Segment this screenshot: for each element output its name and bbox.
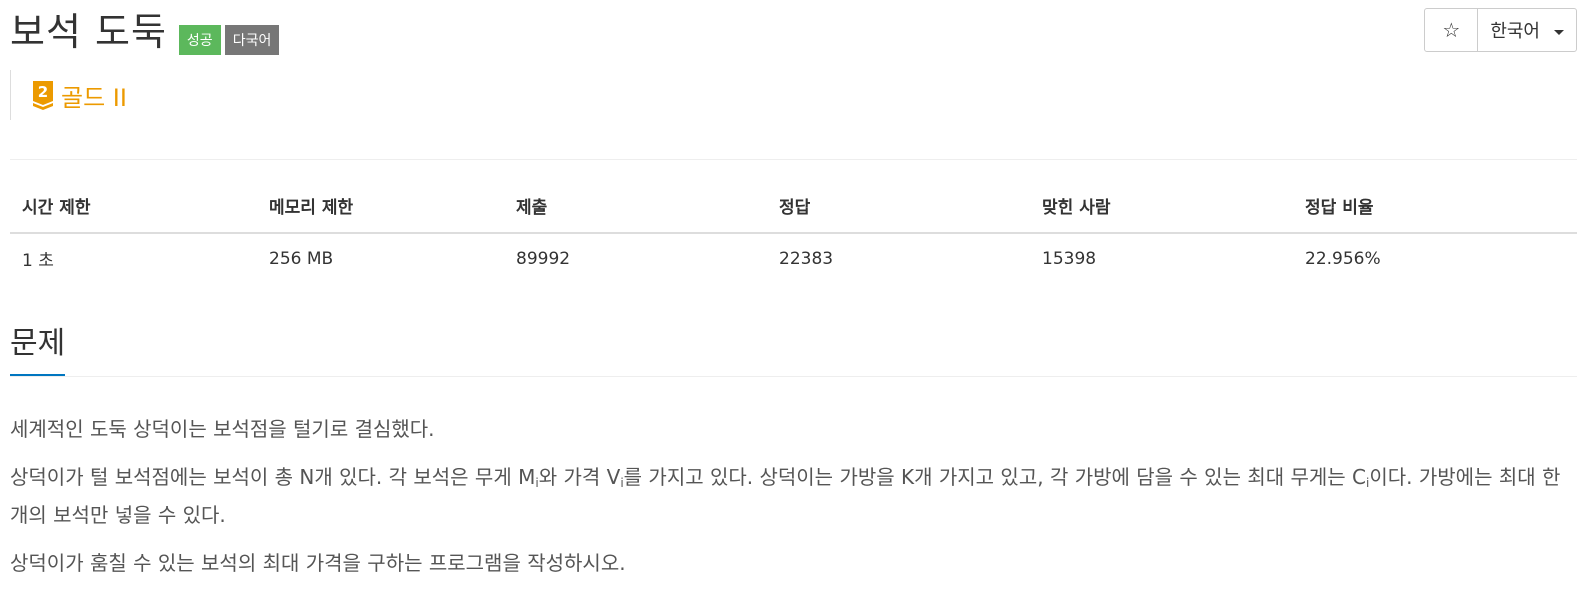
stats-memory-limit: 256 MB	[269, 248, 334, 269]
problem-section-header: 문제	[10, 322, 1577, 377]
stats-submissions: 89992	[516, 248, 571, 269]
stats-value-row: 1 초 256 MB 89992 22383 15398 22.956%	[10, 233, 1577, 283]
tier-level-number: 2	[38, 83, 48, 101]
description-text: 상덕이가 털 보석점에는 보석이 총 N개 있다. 각 보석은 무게 M	[10, 465, 536, 489]
tier-badge-icon: 2	[33, 81, 53, 110]
status-badge: 성공	[178, 25, 221, 55]
problem-header: 보석 도둑 성공 다국어	[10, 8, 280, 56]
problem-stats-table: 시간 제한 메모리 제한 제출 정답 맞힌 사람 정답 비율 1 초 256 M…	[10, 188, 1577, 283]
language-label: 한국어	[1490, 21, 1540, 42]
divider	[10, 159, 1577, 160]
problem-description: 세계적인 도둑 상덕이는 보석점을 털기로 결심했다. 상덕이가 털 보석점에는…	[10, 410, 1577, 592]
stats-header-solved-users: 맞힌 사람	[1030, 188, 1293, 234]
description-paragraph: 상덕이가 훔칠 수 있는 보석의 최대 가격을 구하는 프로그램을 작성하시오.	[10, 551, 626, 575]
chevron-down-icon	[1554, 29, 1564, 35]
star-icon: ☆	[1442, 19, 1461, 42]
description-text: 를 가지고 있다. 상덕이는 가방을 K개 가지고 있고, 각 가방에 담을 수…	[623, 465, 1367, 489]
description-paragraph: 세계적인 도둑 상덕이는 보석점을 털기로 결심했다.	[10, 417, 435, 441]
stats-header-time-limit: 시간 제한	[10, 188, 257, 234]
top-right-controls: ☆ 한국어	[1424, 8, 1577, 52]
tier-label[interactable]: 골드 II	[61, 78, 127, 113]
tier-info: 2 골드 II	[10, 70, 127, 120]
problem-page: 보석 도둑 성공 다국어 ☆ 한국어 2 골드 II 시간 제한 메모리 제한 …	[0, 0, 1589, 614]
section-title: 문제	[10, 322, 66, 376]
stats-header-accepted: 정답	[767, 188, 1030, 234]
stats-header-ratio: 정답 비율	[1293, 188, 1577, 234]
description-text: 와 가격 V	[538, 465, 621, 489]
stats-ratio: 22.956%	[1305, 248, 1381, 269]
language-dropdown[interactable]: 한국어	[1478, 9, 1576, 51]
stats-solved-users: 15398	[1042, 248, 1097, 269]
stats-header-row: 시간 제한 메모리 제한 제출 정답 맞힌 사람 정답 비율	[10, 188, 1577, 234]
description-paragraph: 상덕이가 털 보석점에는 보석이 총 N개 있다. 각 보석은 무게 Mi와 가…	[10, 458, 1577, 534]
stats-time-limit: 1 초	[22, 251, 54, 271]
stats-header-memory-limit: 메모리 제한	[257, 188, 504, 234]
problem-title: 보석 도둑	[10, 10, 167, 54]
stats-accepted: 22383	[779, 248, 834, 269]
multilang-badge[interactable]: 다국어	[224, 25, 280, 55]
stats-header-submissions: 제출	[504, 188, 767, 234]
favorite-button[interactable]: ☆	[1425, 9, 1479, 51]
